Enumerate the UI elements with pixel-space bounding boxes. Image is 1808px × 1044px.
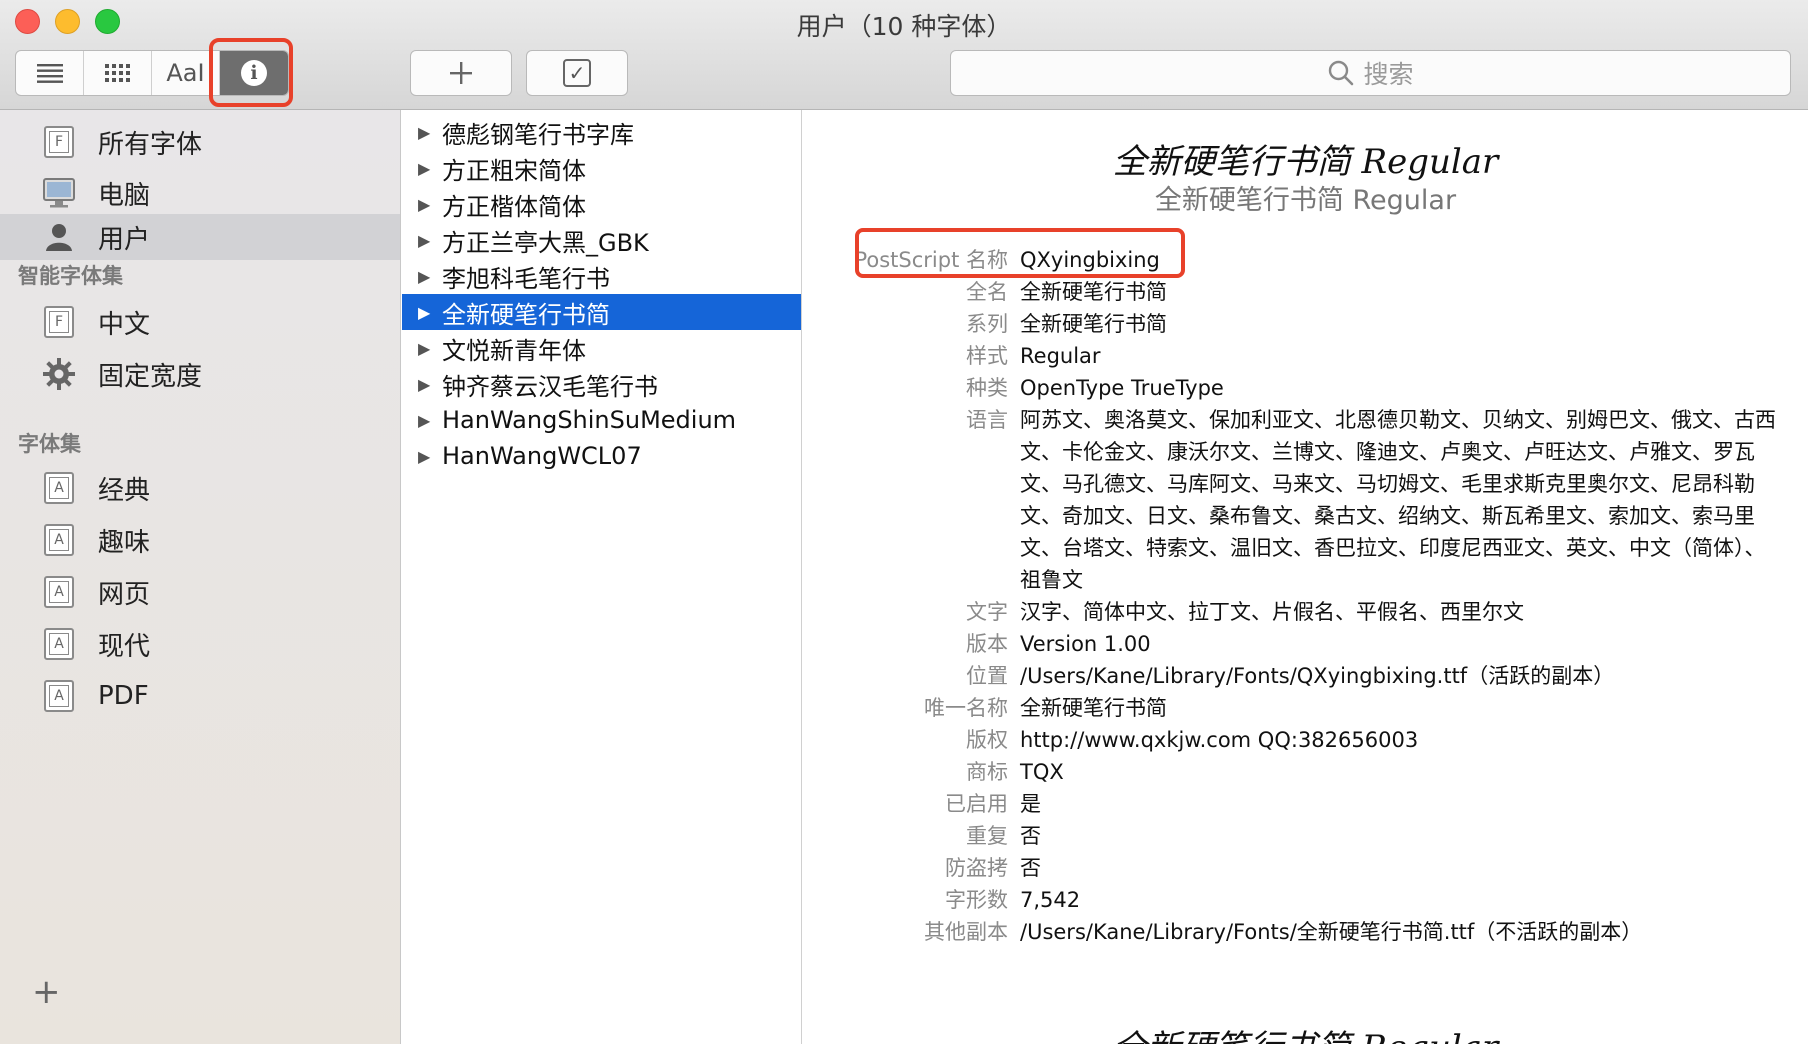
grid-icon [104, 64, 130, 82]
font-family-row[interactable]: ▶ 钟齐蔡云汉毛笔行书 [402, 366, 801, 402]
property-glyph-count: 字形数 7,542 [945, 888, 1081, 912]
font-file-icon: F [44, 126, 74, 158]
collection-icon: A [44, 524, 74, 556]
disclosure-triangle-icon[interactable]: ▶ [418, 123, 434, 142]
collection-icon: A [44, 472, 74, 504]
gear-icon [43, 358, 75, 390]
postscript-name-highlight [855, 228, 1185, 278]
disclosure-triangle-icon[interactable]: ▶ [418, 447, 434, 466]
property-enabled: 已启用是 [945, 792, 1041, 816]
disclosure-triangle-icon[interactable]: ▶ [418, 375, 434, 394]
font-family-row[interactable]: ▶ 方正粗宋简体 [402, 150, 801, 186]
sidebar: F 所有字体 电脑 用户 智能字体集 F 中文 固定宽度 字体集 A 经典 A … [0, 110, 401, 1044]
property-full-name: 全名 全新硬笔行书简 [966, 280, 1167, 304]
sidebar-item-fixed-width[interactable]: 固定宽度 [0, 350, 400, 398]
disclosure-triangle-icon[interactable]: ▶ [418, 411, 434, 430]
font-preview-name: 全新硬笔行书简 Regular [1154, 185, 1457, 216]
sidebar-item-pdf[interactable]: A PDF [0, 672, 400, 720]
smart-collections-header: 智能字体集 [18, 264, 123, 288]
info-button-highlight [209, 38, 293, 107]
disclosure-triangle-icon[interactable]: ▶ [418, 339, 434, 358]
search-field[interactable]: 搜索 [950, 50, 1791, 96]
checkbox-icon: ✓ [563, 59, 591, 87]
sidebar-item-label: 网页 [98, 579, 151, 610]
font-family-row[interactable]: ▶ 李旭科毛笔行书 [402, 258, 801, 294]
sidebar-item-label: 趣味 [98, 527, 151, 558]
sidebar-item-label: 现代 [98, 631, 151, 662]
add-font-button[interactable] [410, 50, 512, 96]
disclosure-triangle-icon[interactable]: ▶ [418, 231, 434, 250]
sidebar-item-all-fonts[interactable]: F 所有字体 [0, 118, 400, 166]
sidebar-item-label: 中文 [98, 309, 151, 340]
sidebar-item-label: PDF [98, 681, 149, 711]
collection-icon: A [44, 628, 74, 660]
font-preview-bottom: 全新硬笔行书简 Regular [803, 1020, 1808, 1044]
collection-icon: A [44, 680, 74, 712]
sidebar-item-modern[interactable]: A 现代 [0, 620, 400, 668]
property-copy-protected: 防盗拷否 [945, 856, 1041, 880]
computer-icon [43, 178, 75, 208]
font-family-row[interactable]: ▶ 文悦新青年体 [402, 330, 801, 366]
property-scripts: 文字 汉字、简体中文、拉丁文、片假名、平假名、西里尔文 [966, 600, 1524, 624]
property-location: 位置/Users/Kane/Library/Fonts/QXyingbixing… [966, 664, 1615, 688]
font-properties: PostScript 名称 QXyingbixing 全名 全新硬笔行书简 系列 全新… [803, 244, 1808, 948]
font-family-row[interactable]: ▶ HanWangShinSuMedium [402, 402, 801, 438]
plus-icon [450, 62, 472, 84]
validate-font-button[interactable]: ✓ [526, 50, 628, 96]
property-style: 样式 Regular [966, 344, 1101, 368]
sidebar-item-label: 电脑 [98, 180, 151, 211]
font-preview-script: 全新硬笔行书简 Regular [1112, 142, 1499, 182]
list-icon [36, 64, 63, 83]
font-family-row[interactable]: ▶ 德彪钢笔行书字库 [402, 114, 801, 150]
disclosure-triangle-icon[interactable]: ▶ [418, 303, 434, 322]
user-icon [46, 224, 72, 251]
sample-text-icon: AaI [166, 59, 205, 87]
font-list: ▶ 德彪钢笔行书字库 ▶ 方正粗宋简体 ▶ 方正楷体简体 ▶ 方正兰亭大黑_GBK ▶ 李… [402, 110, 802, 1044]
property-family: 系列 全新硬笔行书简 [966, 312, 1167, 336]
list-view-button[interactable] [16, 51, 84, 95]
property-copyright: 版权 http://www.qxkjw.com QQ:382656003 [966, 728, 1419, 752]
sidebar-item-chinese[interactable]: F 中文 [0, 298, 400, 346]
property-trademark: 商标 TQX [966, 760, 1064, 784]
search-placeholder: 搜索 [1363, 60, 1414, 89]
sidebar-item-fun[interactable]: A 趣味 [0, 516, 400, 564]
search-icon [1329, 60, 1354, 86]
font-family-row[interactable]: ▶ HanWangWCL07 [402, 438, 801, 474]
property-version: 版本 Version 1.00 [966, 632, 1151, 656]
property-languages: 语言 阿苏文、奥洛莫文、保加利亚文、北恩德贝勒文、贝纳文、别姆巴文、俄文、古西文、… [966, 408, 1776, 592]
grid-view-button[interactable] [84, 51, 152, 95]
font-book-window: 用户（10 种字体） AaI i ✓ 搜索 F 所有字体 电脑 用户 智能字体集… [0, 0, 1808, 1044]
disclosure-triangle-icon[interactable]: ▶ [418, 267, 434, 286]
sidebar-item-user[interactable]: 用户 [0, 214, 400, 260]
sidebar-item-web[interactable]: A 网页 [0, 568, 400, 616]
smart-collection-icon: F [44, 306, 74, 338]
font-family-row-selected[interactable]: ▶ 全新硬笔行书简 [402, 294, 801, 330]
sidebar-item-computer[interactable]: 电脑 [0, 169, 400, 217]
disclosure-triangle-icon[interactable]: ▶ [418, 159, 434, 178]
disclosure-triangle-icon[interactable]: ▶ [418, 195, 434, 214]
collection-icon: A [44, 576, 74, 608]
sidebar-item-label: 经典 [98, 475, 151, 506]
sidebar-item-label: 所有字体 [98, 129, 203, 160]
property-kind: 种类 OpenType TrueType [966, 376, 1224, 400]
sidebar-item-label: 固定宽度 [98, 361, 203, 392]
property-unique-name: 唯一名称 全新硬笔行书简 [924, 696, 1167, 720]
sidebar-item-classic[interactable]: A 经典 [0, 464, 400, 512]
collections-header: 字体集 [18, 432, 81, 456]
title-bar: 用户（10 种字体） AaI i ✓ 搜索 [0, 0, 1808, 110]
sidebar-item-label: 用户 [98, 224, 151, 255]
font-family-row[interactable]: ▶ 方正兰亭大黑_GBK [402, 222, 801, 258]
property-other-copies: 其他副本/Users/Kane/Library/Fonts/全新硬笔行书简.tt… [924, 920, 1643, 944]
add-collection-button[interactable]: + [32, 972, 61, 1012]
property-duplicate: 重复否 [966, 824, 1041, 848]
font-family-row[interactable]: ▶ 方正楷体简体 [402, 186, 801, 222]
